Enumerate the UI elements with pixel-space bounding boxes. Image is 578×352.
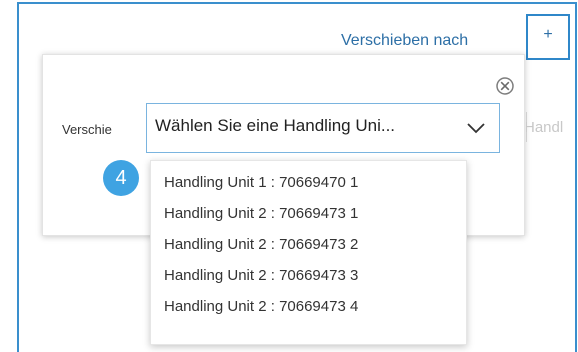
dropdown-option[interactable]: Handling Unit 1 : 70669470 1 (151, 167, 466, 198)
adjacent-field-text: Handl (526, 119, 564, 136)
chevron-down-icon[interactable] (465, 120, 487, 136)
select-value: Wählen Sie eine Handling Uni... (155, 116, 396, 135)
handling-unit-dropdown: Handling Unit 1 : 70669470 1 Handling Un… (150, 160, 467, 345)
dropdown-option[interactable]: Handling Unit 2 : 70669473 2 (151, 229, 466, 260)
dropdown-option[interactable]: Handling Unit 2 : 70669473 3 (151, 260, 466, 291)
adjacent-field[interactable]: Handl (526, 110, 578, 148)
add-button[interactable]: + (526, 14, 570, 60)
move-to-link[interactable]: Verschieben nach (341, 32, 468, 50)
dropdown-option[interactable]: Handling Unit 2 : 70669473 1 (151, 198, 466, 229)
close-icon[interactable] (495, 76, 515, 96)
step-badge: 4 (103, 160, 139, 196)
move-field-label: Verschie (62, 122, 112, 137)
dropdown-option[interactable]: Handling Unit 2 : 70669473 4 (151, 291, 466, 322)
handling-unit-select[interactable]: Wählen Sie eine Handling Uni... (146, 103, 500, 153)
